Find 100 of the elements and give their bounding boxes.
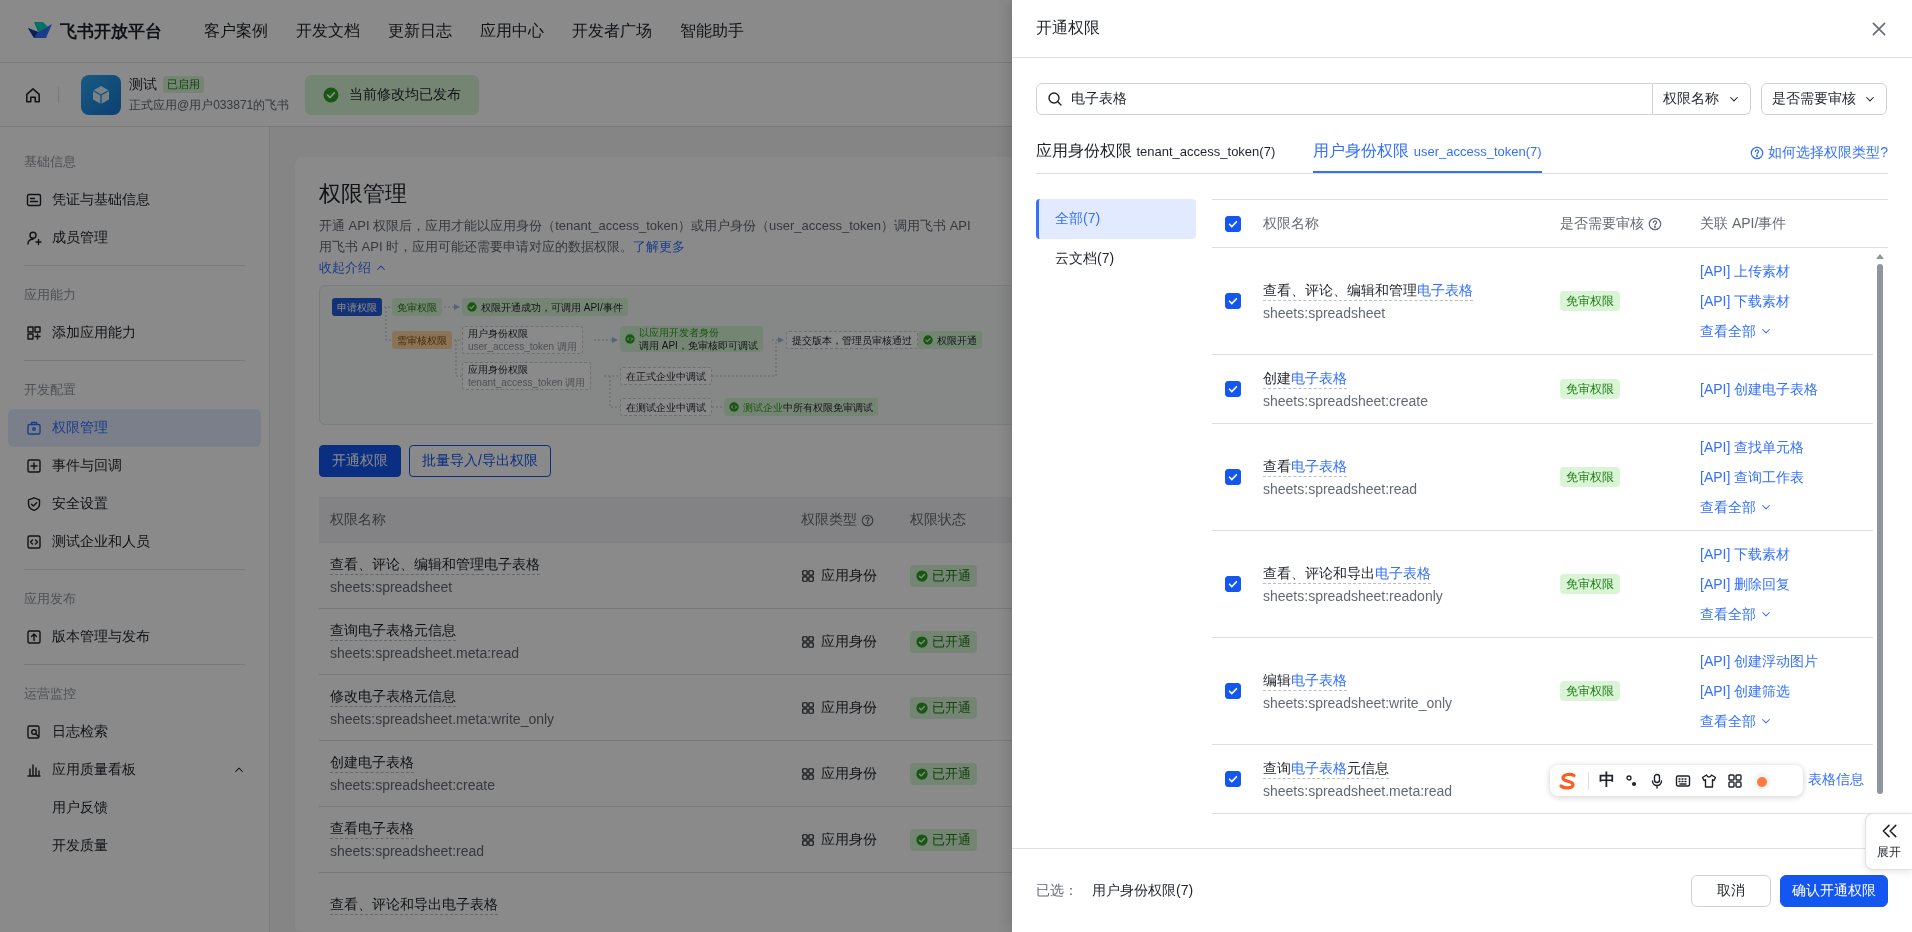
expand-button[interactable]: 展开 [1865, 813, 1912, 870]
review-filter-select[interactable]: 是否需要审核 [1761, 83, 1887, 115]
nav-link[interactable]: 更新日志 [388, 20, 452, 42]
punctuation-icon[interactable] [1625, 772, 1639, 789]
nav-link[interactable]: 客户案例 [204, 20, 268, 42]
sidebar-item[interactable]: 成员管理 [8, 219, 261, 257]
help-link[interactable]: 如何选择权限类型? [1750, 144, 1888, 162]
nav-link[interactable]: 开发者广场 [572, 20, 652, 42]
view-all-link[interactable]: 查看全部 [1700, 706, 1772, 736]
bar-chart-icon [26, 762, 42, 778]
code-icon [26, 534, 42, 550]
permission-name: 修改电子表格元信息 [330, 688, 456, 707]
ime-mode-toggle[interactable]: 中 [1599, 770, 1615, 791]
sidebar-item[interactable]: 添加应用能力 [8, 314, 261, 352]
permission-code: sheets:spreadsheet:create [330, 777, 495, 793]
drawer-title: 开通权限 [1036, 18, 1100, 38]
row-checkbox[interactable] [1225, 771, 1241, 787]
select-all-checkbox[interactable] [1225, 215, 1241, 232]
row-checkbox[interactable] [1225, 683, 1241, 699]
app-icon [81, 74, 121, 115]
sidebar-item[interactable]: 事件与回调 [8, 447, 261, 485]
status-label: 已开通 [932, 698, 971, 717]
ime-logo-icon[interactable] [1558, 771, 1578, 790]
view-all-link[interactable]: 查看全部 [1700, 316, 1772, 346]
shield-icon [26, 496, 42, 512]
tab[interactable]: 用户身份权限 user_access_token(7) [1313, 141, 1542, 173]
permission-name: 查看、评论、编辑和管理电子表格 [330, 556, 540, 575]
flow-node-label: 权限开通 [937, 333, 977, 347]
sidebar-item[interactable]: 版本管理与发布 [8, 618, 261, 656]
view-all-link[interactable]: 查看全部 [1700, 492, 1772, 522]
sidebar-item-label: 事件与回调 [52, 457, 122, 475]
api-link[interactable]: [API] 创建筛选 [1700, 676, 1791, 706]
api-link[interactable]: [API] 下载素材 [1700, 286, 1791, 316]
search-input[interactable]: 电子表格 [1071, 91, 1642, 107]
sidebar-item[interactable]: 凭证与基础信息 [8, 181, 261, 219]
code-circle-icon [625, 334, 635, 344]
api-link[interactable]: [API] 查找单元格 [1700, 432, 1805, 462]
help-icon [1750, 146, 1765, 160]
sidebar-item[interactable]: 开发质量 [8, 827, 261, 865]
row-checkbox[interactable] [1225, 576, 1241, 592]
review-badge: 免审权限 [1560, 681, 1620, 701]
sidebar-item[interactable]: 用户反馈 [8, 789, 261, 827]
sidebar-item[interactable]: 测试企业和人员 [8, 523, 261, 561]
confirm-button[interactable]: 确认开通权限 [1780, 874, 1888, 907]
api-link[interactable]: [API] 创建浮动图片 [1700, 646, 1819, 676]
sidebar-group-title: 基础信息 [23, 153, 77, 171]
row-checkbox[interactable] [1225, 293, 1241, 309]
review-badge: 免审权限 [1560, 467, 1620, 487]
permission-name: 创建电子表格 [1263, 369, 1347, 389]
nav-link[interactable]: 智能助手 [680, 20, 744, 42]
import-export-button[interactable]: 批量导入/导出权限 [409, 445, 551, 477]
row-checkbox[interactable] [1225, 469, 1241, 485]
sidebar-item-label: 版本管理与发布 [52, 628, 150, 646]
scrollbar[interactable] [1874, 252, 1886, 797]
nav-link[interactable]: 应用中心 [480, 20, 544, 42]
help-icon [861, 513, 874, 527]
app-name: 测试 [129, 75, 157, 94]
status-label: 已开通 [932, 632, 971, 651]
grid-icon [1727, 772, 1743, 789]
flow-node-label: 测试企业中所有权限免审调试 [743, 400, 873, 414]
category-item[interactable]: 全部(7) [1036, 199, 1196, 239]
description: 用飞书 API 时，应用可能还需要申请对应的数据权限。了解更多 [319, 238, 687, 256]
sidebar-group-title: 应用发布 [23, 590, 77, 608]
collapse-intro-link[interactable]: 收起介绍 [319, 257, 387, 279]
search-field[interactable]: 电子表格 [1036, 83, 1653, 115]
tab[interactable]: 应用身份权限 tenant_access_token(7) [1036, 141, 1276, 173]
api-link[interactable]: [API] 查询工作表 [1700, 462, 1805, 492]
grid-icon [801, 700, 815, 715]
avatar-icon[interactable] [1753, 771, 1771, 790]
enable-permission-button[interactable]: 开通权限 [319, 445, 401, 477]
plus-square-icon [26, 458, 42, 474]
row-checkbox[interactable] [1225, 381, 1241, 397]
flow-node-label: 权限开通成功，可调用 API/事件 [481, 300, 623, 314]
learn-more-link[interactable]: 了解更多 [633, 239, 686, 254]
flow-node-label: 在测试企业中调试 [626, 400, 706, 414]
sidebar-item[interactable]: 日志检索 [8, 713, 261, 751]
permission-code: sheets:spreadsheet [330, 579, 453, 595]
sidebar-item[interactable]: 安全设置 [8, 485, 261, 523]
api-link[interactable]: [API] 删除回复 [1700, 569, 1791, 599]
permission-code: sheets:spreadsheet.meta:read [1263, 782, 1453, 799]
keyboard-icon [1675, 772, 1691, 789]
permission-name: 查看、评论、编辑和管理电子表格 [1263, 281, 1473, 301]
sidebar-item-label: 安全设置 [52, 495, 108, 513]
api-link[interactable]: 表格信息 [1808, 764, 1864, 794]
app-owner: 正式应用@用户033871的飞书 [129, 96, 290, 114]
sidebar-item[interactable]: 应用质量看板 [8, 751, 261, 789]
view-all-link[interactable]: 查看全部 [1700, 599, 1772, 629]
api-link[interactable]: [API] 下载素材 [1700, 539, 1791, 569]
review-badge: 免审权限 [1560, 291, 1620, 311]
grid-plus-icon [26, 325, 42, 341]
nav-link[interactable]: 开发文档 [296, 20, 360, 42]
search-type-select[interactable]: 权限名称 [1653, 83, 1751, 115]
api-link[interactable]: [API] 上传素材 [1700, 256, 1791, 286]
category-item[interactable]: 云文档(7) [1036, 239, 1196, 279]
selected-label: 已选： [1036, 881, 1078, 900]
api-link[interactable]: [API] 创建电子表格 [1700, 374, 1819, 404]
cancel-button[interactable]: 取消 [1691, 874, 1771, 907]
notice-text: 当前修改均已发布 [349, 85, 462, 104]
grid-icon [801, 634, 815, 649]
brand-name[interactable]: 飞书开放平台 [60, 19, 162, 43]
